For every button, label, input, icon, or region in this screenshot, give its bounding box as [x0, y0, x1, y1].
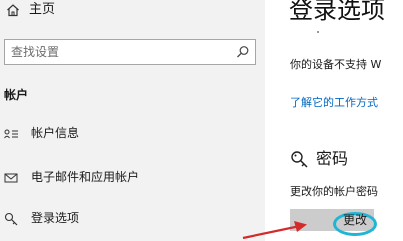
- search-placeholder: 查找设置: [11, 45, 60, 59]
- key-icon: [291, 151, 308, 168]
- mail-icon: [4, 173, 18, 183]
- settings-window: 主页 查找设置 帐户 帐户信息 电子邮件和应用帐户 登录选项 登录选项 你的设备…: [0, 0, 403, 241]
- divider: [317, 31, 319, 33]
- password-description: 更改你的帐户密码: [290, 185, 378, 198]
- sidebar-item-label: 电子邮件和应用帐户: [31, 170, 140, 184]
- change-password-button[interactable]: 更改: [290, 209, 377, 236]
- search-input[interactable]: 查找设置: [4, 39, 256, 65]
- change-button-label: 更改: [343, 213, 368, 227]
- password-heading: 密码: [316, 149, 349, 168]
- search-icon[interactable]: [236, 45, 250, 59]
- section-heading: 帐户: [4, 88, 29, 102]
- unsupported-notice: 你的设备不支持 W: [290, 58, 382, 71]
- sidebar-item-account-info[interactable]: 帐户信息: [0, 120, 265, 148]
- page-title: 登录选项: [289, 0, 385, 24]
- sidebar-item-label: 登录选项: [31, 211, 80, 225]
- sidebar-item-label: 主页: [29, 2, 56, 17]
- main-content: 登录选项 你的设备不支持 W 了解它的工作方式 密码 更改你的帐户密码 更改: [265, 0, 403, 241]
- sidebar-item-home[interactable]: 主页: [0, 0, 265, 28]
- sidebar: 主页 查找设置 帐户 帐户信息 电子邮件和应用帐户 登录选项: [0, 0, 265, 241]
- sidebar-item-label: 帐户信息: [31, 126, 80, 140]
- learn-more-link[interactable]: 了解它的工作方式: [290, 96, 378, 110]
- home-icon: [7, 4, 19, 17]
- sidebar-item-email-accounts[interactable]: 电子邮件和应用帐户: [0, 164, 265, 192]
- sidebar-item-sign-in-options[interactable]: 登录选项: [0, 205, 265, 233]
- key-icon: [4, 212, 18, 226]
- person-card-icon: [4, 129, 18, 139]
